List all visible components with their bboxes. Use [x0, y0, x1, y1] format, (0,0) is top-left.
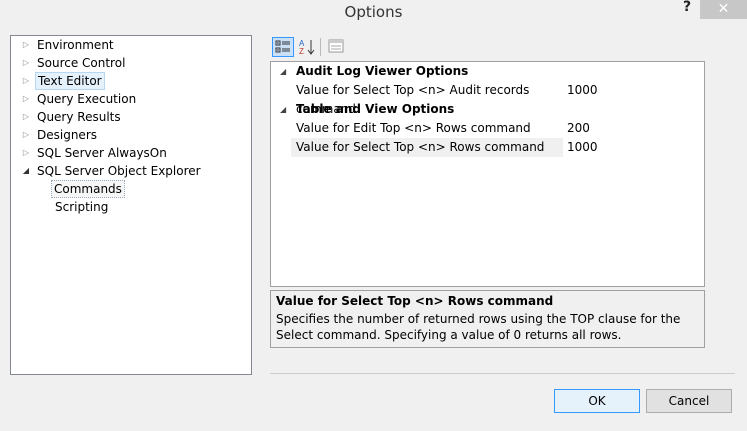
- tree-item-label: SQL Server Object Explorer: [37, 164, 201, 178]
- expand-arrow-icon[interactable]: ▷: [21, 90, 31, 108]
- description-text: Specifies the number of returned rows us…: [276, 312, 681, 342]
- toolbar-separator: [320, 38, 321, 56]
- tree-item-label: Text Editor: [35, 72, 105, 90]
- expand-arrow-icon[interactable]: ▷: [21, 144, 31, 162]
- property-value[interactable]: 1000: [567, 81, 598, 100]
- tree-item-label: Environment: [37, 38, 114, 52]
- tree-item-label: Designers: [37, 128, 97, 142]
- categorized-icon: [275, 40, 290, 53]
- title-bar: Options ? ✕: [0, 0, 747, 27]
- tree-item-label: Scripting: [55, 200, 109, 214]
- divider: [270, 373, 735, 374]
- tree-item-label: Query Results: [37, 110, 121, 124]
- ok-button[interactable]: OK: [554, 389, 640, 413]
- category-label: Audit Log Viewer Options: [296, 64, 469, 78]
- tree-item-label: Source Control: [37, 56, 126, 70]
- property-row[interactable]: Value for Select Top <n> Audit records c…: [271, 81, 704, 116]
- property-row[interactable]: Value for Edit Top <n> Rows command 200: [271, 119, 704, 138]
- expand-arrow-icon[interactable]: ▷: [21, 72, 31, 90]
- tree-item-label: Commands: [51, 180, 125, 198]
- description-title: Value for Select Top <n> Rows command: [276, 294, 554, 308]
- property-pages-icon: [328, 39, 344, 53]
- property-name: Value for Edit Top <n> Rows command: [296, 121, 531, 135]
- category-label: Table and View Options: [296, 102, 455, 116]
- property-grid[interactable]: ◢ Audit Log Viewer Options Value for Sel…: [270, 61, 705, 287]
- window-title: Options: [344, 3, 403, 21]
- cancel-button[interactable]: Cancel: [646, 389, 732, 413]
- categorized-button[interactable]: [272, 37, 294, 57]
- help-button[interactable]: ?: [677, 0, 697, 20]
- tree-item-label: Query Execution: [37, 92, 137, 106]
- property-value[interactable]: 200: [567, 119, 590, 138]
- collapse-arrow-icon[interactable]: ◢: [280, 62, 286, 81]
- svg-text:Z: Z: [299, 47, 304, 56]
- category-table-and-view[interactable]: ◢ Table and View Options: [271, 100, 704, 119]
- options-tree[interactable]: ▷ Environment ▷ Source Control ▷ Text Ed…: [10, 35, 252, 375]
- expand-arrow-icon[interactable]: ▷: [21, 126, 31, 144]
- tree-item-label: SQL Server AlwaysOn: [37, 146, 167, 160]
- sort-az-icon: A Z: [299, 39, 315, 56]
- property-row-selected[interactable]: Value for Select Top <n> Rows command 10…: [271, 138, 704, 157]
- category-audit-log-viewer[interactable]: ◢ Audit Log Viewer Options: [271, 62, 704, 81]
- collapse-arrow-icon[interactable]: ◢: [280, 100, 286, 119]
- description-pane: Value for Select Top <n> Rows command Sp…: [270, 290, 705, 348]
- collapse-arrow-icon[interactable]: ◢: [21, 162, 31, 180]
- property-value[interactable]: 1000: [567, 138, 598, 157]
- alphabetical-button[interactable]: A Z: [296, 37, 318, 57]
- expand-arrow-icon[interactable]: ▷: [21, 108, 31, 126]
- expand-arrow-icon[interactable]: ▷: [21, 54, 31, 72]
- close-button[interactable]: ✕: [700, 0, 747, 19]
- expand-arrow-icon[interactable]: ▷: [21, 36, 31, 54]
- property-pages-button[interactable]: [325, 37, 347, 57]
- property-name: Value for Select Top <n> Rows command: [296, 140, 545, 154]
